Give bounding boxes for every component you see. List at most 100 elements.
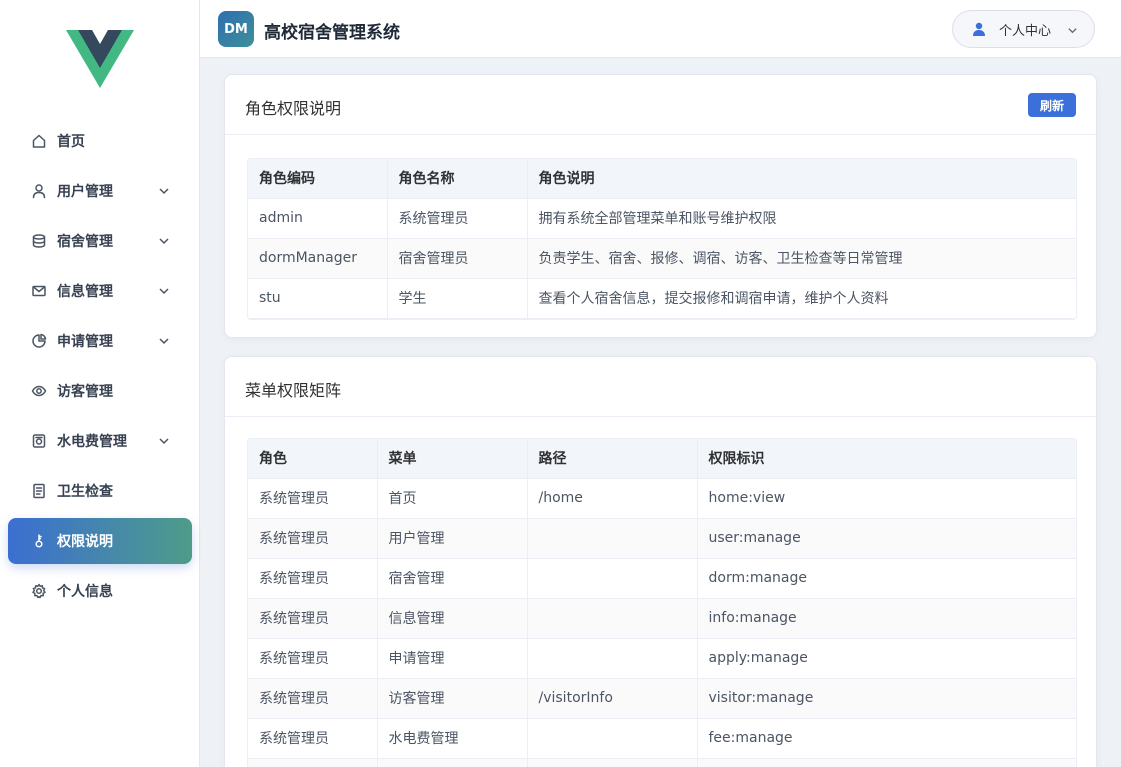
table-row: 系统管理员 访客管理/visitorInfo visitor:manage [248,678,1076,719]
role-card-title: 角色权限说明 [245,99,342,118]
chevron-down-icon [158,335,170,347]
chevron-down-icon [158,435,170,447]
table-cell: home:view [697,478,1076,519]
table-cell: 系统管理员 [248,478,378,519]
sidebar-item-label: 水电费管理 [57,434,127,450]
top-header: DM 高校宿舍管理系统 个人中心 [200,0,1121,58]
role-permission-card: 角色权限说明 刷新 角色编码 角色名称 角色说明 admin 系统管理员 拥有系统全部管… [224,74,1097,338]
table-row: admin 系统管理员 拥有系统全部管理菜单和账号维护权限 [248,198,1076,239]
table-row: 系统管理员 用户管理 user:manage [248,518,1076,559]
sidebar-item[interactable]: 个人信息 [8,568,192,614]
table-cell: 宿舍管理 [377,558,528,599]
sidebar-item-label: 访客管理 [57,384,113,400]
table-row: stu 学生 查看个人宿舍信息，提交报修和调宿申请，维护个人资料 [248,278,1076,319]
sidebar-item[interactable]: 权限说明 [8,518,192,564]
table-cell: /home [527,478,698,519]
table-cell: 申请管理 [377,638,528,679]
table-cell [377,758,528,767]
user-avatar-icon [971,21,987,37]
table-cell: 拥有系统全部管理菜单和账号维护权限 [527,198,1076,239]
table-row: 系统管理员 宿舍管理 dorm:manage [248,558,1076,599]
table-row: 系统管理员 首页/home home:view [248,478,1076,519]
table-cell: 用户管理 [377,518,528,559]
sidebar-item[interactable]: 用户管理 [8,168,192,214]
table-cell: 信息管理 [377,598,528,639]
menu-permission-card: 菜单权限矩阵 角色 菜单 路径 权限标识 系统管理员 首页/home home:view 系… [224,356,1097,767]
table-cell: 系统管理员 [387,198,528,239]
table-cell: 系统管理员 [248,718,378,759]
menu-matrix-table: 角色 菜单 路径 权限标识 系统管理员 首页/home home:view 系统管理员 用户管… [247,438,1077,767]
table-cell: 系统管理员 [248,678,378,719]
table-cell [527,518,698,559]
key-icon [30,532,48,550]
vue-logo-icon[interactable] [62,26,138,92]
table-cell: dormManager [248,238,388,279]
table-cell: stu [248,278,388,319]
table-cell: user:manage [697,518,1076,559]
table-cell: info:manage [697,598,1076,639]
document-icon [30,482,48,500]
menu-card-title: 菜单权限矩阵 [245,381,342,400]
meter-icon [30,432,48,450]
table-cell [527,598,698,639]
eye-icon [30,382,48,400]
sidebar-item-label: 用户管理 [57,184,113,200]
table-cell: 学生 [387,278,528,319]
sidebar-item-label: 信息管理 [57,284,113,300]
card-header: 菜单权限矩阵 [225,357,1096,417]
column-header: 权限标识 [697,439,1076,479]
column-header: 路径 [527,439,698,479]
table-cell [527,558,698,599]
column-header: 角色说明 [527,159,1076,199]
sidebar-item[interactable]: 申请管理 [8,318,192,364]
app-title: 高校宿舍管理系统 [264,23,400,43]
table-cell [527,758,698,767]
table-cell [248,758,378,767]
user-icon [30,182,48,200]
sidebar-item[interactable]: 首页 [8,118,192,164]
user-center-label: 个人中心 [999,23,1052,39]
sidebar-item[interactable]: 宿舍管理 [8,218,192,264]
message-icon [30,282,48,300]
sidebar-item-label: 首页 [57,134,85,150]
table-cell: fee:manage [697,718,1076,759]
sidebar-item-label: 宿舍管理 [57,234,113,250]
chevron-down-icon [1067,24,1078,35]
database-icon [30,232,48,250]
table-cell: admin [248,198,388,239]
table-cell: visitor:manage [697,678,1076,719]
user-center-dropdown[interactable]: 个人中心 [952,10,1095,48]
table-cell: apply:manage [697,638,1076,679]
table-cell: 系统管理员 [248,518,378,559]
table-cell: 系统管理员 [248,558,378,599]
column-header: 角色 [248,439,378,479]
table-cell [697,758,1076,767]
chevron-down-icon [158,235,170,247]
sidebar-item[interactable]: 访客管理 [8,368,192,414]
sidebar-item-label: 权限说明 [57,534,113,550]
card-header: 角色权限说明 刷新 [225,75,1096,135]
sidebar-item-label: 卫生检查 [57,484,113,500]
table-row: dormManager 宿舍管理员 负责学生、宿舍、报修、调宿、访客、卫生检查等日常… [248,238,1076,279]
column-header: 角色编码 [248,159,388,199]
table-row: 系统管理员 水电费管理 fee:manage [248,718,1076,759]
chevron-down-icon [158,185,170,197]
sidebar-item[interactable]: 水电费管理 [8,418,192,464]
table-cell: 系统管理员 [248,638,378,679]
table-cell: 水电费管理 [377,718,528,759]
table-cell: 访客管理 [377,678,528,719]
refresh-button[interactable]: 刷新 [1028,93,1076,117]
home-icon [30,132,48,150]
table-cell: 负责学生、宿舍、报修、调宿、访客、卫生检查等日常管理 [527,238,1076,279]
table-cell [527,638,698,679]
table-row: 系统管理员 信息管理 info:manage [248,598,1076,639]
brand-badge: DM [218,11,254,47]
table-row: 系统管理员 申请管理 apply:manage [248,638,1076,679]
table-cell [527,718,698,759]
pie-chart-icon [30,332,48,350]
sidebar-item[interactable]: 卫生检查 [8,468,192,514]
table-row [248,758,1076,767]
sidebar-item[interactable]: 信息管理 [8,268,192,314]
sidebar-item-label: 申请管理 [57,334,113,350]
table-cell: 宿舍管理员 [387,238,528,279]
